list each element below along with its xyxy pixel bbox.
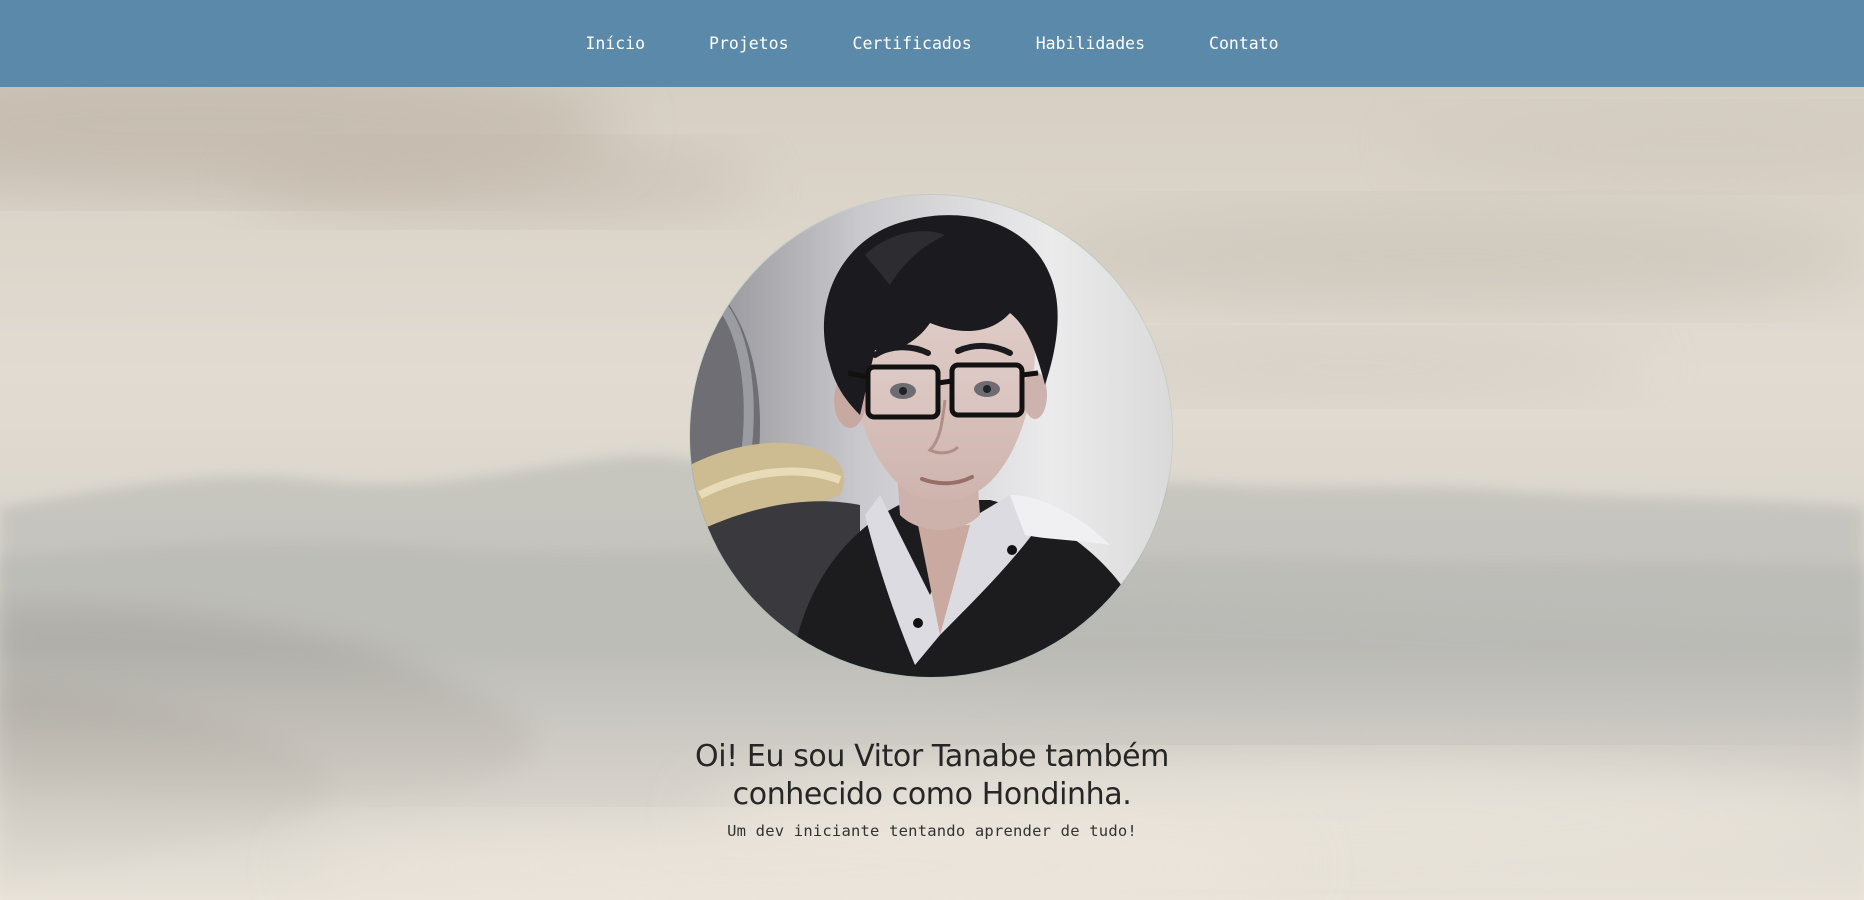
nav-link-projetos[interactable]: Projetos: [709, 28, 788, 59]
nav-item-contato: Contato: [1177, 34, 1311, 53]
nav-link-certificados[interactable]: Certificados: [853, 28, 972, 59]
nav-link-contato[interactable]: Contato: [1209, 28, 1279, 59]
hero-section: Oi! Eu sou Vitor Tanabe também conhecido…: [0, 87, 1864, 900]
main-nav: Início Projetos Certificados Habilidades…: [553, 34, 1310, 53]
nav-item-inicio: Início: [553, 34, 677, 53]
hero-subtitle: Um dev iniciante tentando aprender de tu…: [727, 822, 1137, 840]
profile-photo: [690, 195, 1172, 677]
profile-photo-icon: [690, 195, 1172, 677]
nav-link-inicio[interactable]: Início: [585, 28, 645, 59]
hero-title: Oi! Eu sou Vitor Tanabe também conhecido…: [694, 739, 1169, 812]
navbar: Início Projetos Certificados Habilidades…: [0, 0, 1864, 87]
hero-intro: Oi! Eu sou Vitor Tanabe também conhecido…: [532, 738, 1332, 840]
nav-item-projetos: Projetos: [677, 34, 820, 53]
nav-link-habilidades[interactable]: Habilidades: [1036, 28, 1145, 59]
nav-item-habilidades: Habilidades: [1004, 34, 1177, 53]
nav-list: Início Projetos Certificados Habilidades…: [553, 34, 1310, 53]
nav-item-certificados: Certificados: [821, 34, 1004, 53]
